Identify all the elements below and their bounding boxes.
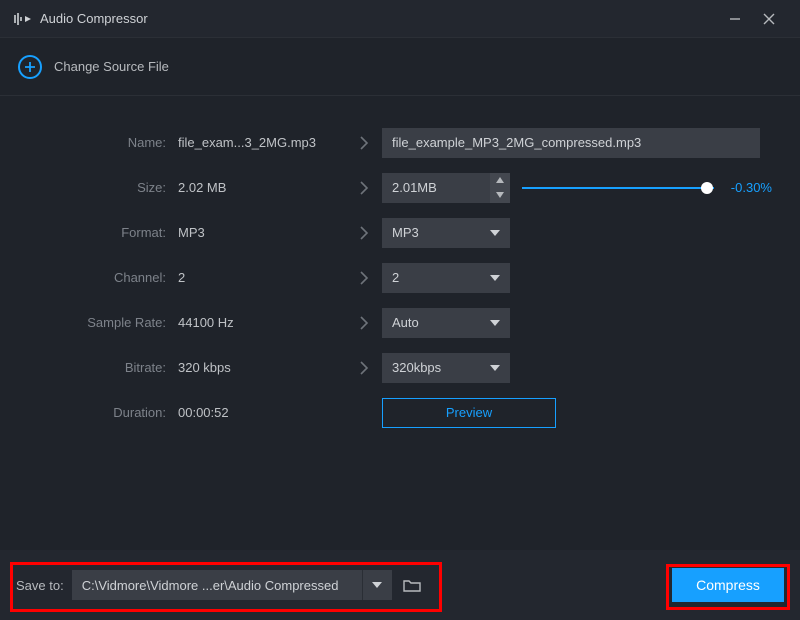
output-bitrate-value: 320kbps — [392, 360, 441, 375]
output-channel-select[interactable]: 2 — [382, 263, 510, 293]
change-source-bar[interactable]: Change Source File — [0, 38, 800, 96]
label-name: Name: — [0, 135, 178, 150]
chevron-right-icon — [346, 271, 382, 285]
row-bitrate: Bitrate: 320 kbps 320kbps — [0, 345, 800, 390]
app-logo-icon — [14, 12, 32, 26]
size-step-down[interactable] — [490, 188, 510, 203]
input-duration: 00:00:52 — [178, 405, 346, 420]
change-source-label: Change Source File — [54, 59, 169, 74]
app-title: Audio Compressor — [40, 11, 718, 26]
chevron-right-icon — [346, 316, 382, 330]
chevron-right-icon — [346, 361, 382, 375]
label-sample-rate: Sample Rate: — [0, 315, 178, 330]
output-size-value: 2.01MB — [382, 180, 490, 195]
input-size: 2.02 MB — [178, 180, 346, 195]
settings-panel: Name: file_exam...3_2MG.mp3 Size: 2.02 M… — [0, 96, 800, 435]
plus-circle-icon — [18, 55, 42, 79]
input-sample-rate: 44100 Hz — [178, 315, 346, 330]
close-button[interactable] — [752, 2, 786, 36]
output-format-value: MP3 — [392, 225, 419, 240]
row-size: Size: 2.02 MB 2.01MB -0.30% — [0, 165, 800, 210]
chevron-right-icon — [346, 181, 382, 195]
row-duration: Duration: 00:00:52 Preview — [0, 390, 800, 435]
output-format-select[interactable]: MP3 — [382, 218, 510, 248]
label-bitrate: Bitrate: — [0, 360, 178, 375]
output-bitrate-select[interactable]: 320kbps — [382, 353, 510, 383]
output-channel-value: 2 — [392, 270, 399, 285]
chevron-right-icon — [346, 136, 382, 150]
input-bitrate: 320 kbps — [178, 360, 346, 375]
open-folder-button[interactable] — [398, 570, 426, 600]
footer: Save to: C:\Vidmore\Vidmore ...er\Audio … — [0, 550, 800, 620]
size-step-up[interactable] — [490, 173, 510, 188]
titlebar: Audio Compressor — [0, 0, 800, 38]
size-slider-thumb[interactable] — [701, 182, 713, 194]
row-name: Name: file_exam...3_2MG.mp3 — [0, 120, 800, 165]
output-name-input[interactable] — [382, 128, 760, 158]
save-to-group: Save to: C:\Vidmore\Vidmore ...er\Audio … — [16, 570, 426, 600]
input-channel: 2 — [178, 270, 346, 285]
row-sample-rate: Sample Rate: 44100 Hz Auto — [0, 300, 800, 345]
label-format: Format: — [0, 225, 178, 240]
row-format: Format: MP3 MP3 — [0, 210, 800, 255]
size-delta: -0.30% — [724, 180, 772, 195]
label-size: Size: — [0, 180, 178, 195]
save-to-path[interactable]: C:\Vidmore\Vidmore ...er\Audio Compresse… — [72, 570, 362, 600]
chevron-right-icon — [346, 226, 382, 240]
compress-button[interactable]: Compress — [672, 568, 784, 602]
output-size-stepper[interactable]: 2.01MB — [382, 173, 510, 203]
input-name: file_exam...3_2MG.mp3 — [178, 135, 346, 150]
input-format: MP3 — [178, 225, 346, 240]
save-to-dropdown[interactable] — [362, 570, 392, 600]
output-sample-rate-select[interactable]: Auto — [382, 308, 510, 338]
row-channel: Channel: 2 2 — [0, 255, 800, 300]
preview-button[interactable]: Preview — [382, 398, 556, 428]
minimize-button[interactable] — [718, 2, 752, 36]
save-to-label: Save to: — [16, 578, 64, 593]
size-slider[interactable] — [522, 186, 714, 190]
label-channel: Channel: — [0, 270, 178, 285]
label-duration: Duration: — [0, 405, 178, 420]
output-sample-rate-value: Auto — [392, 315, 419, 330]
